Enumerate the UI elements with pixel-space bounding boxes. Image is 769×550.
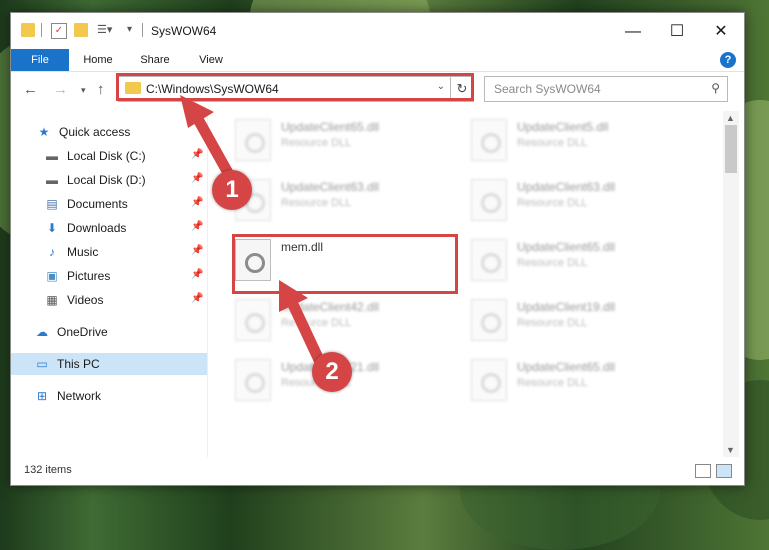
- annotation-arrows: [180, 95, 326, 368]
- step-1-badge: 1: [212, 170, 252, 210]
- arrow-1: [180, 95, 238, 186]
- arrow-2: [279, 280, 326, 368]
- step-2-badge: 2: [312, 352, 352, 392]
